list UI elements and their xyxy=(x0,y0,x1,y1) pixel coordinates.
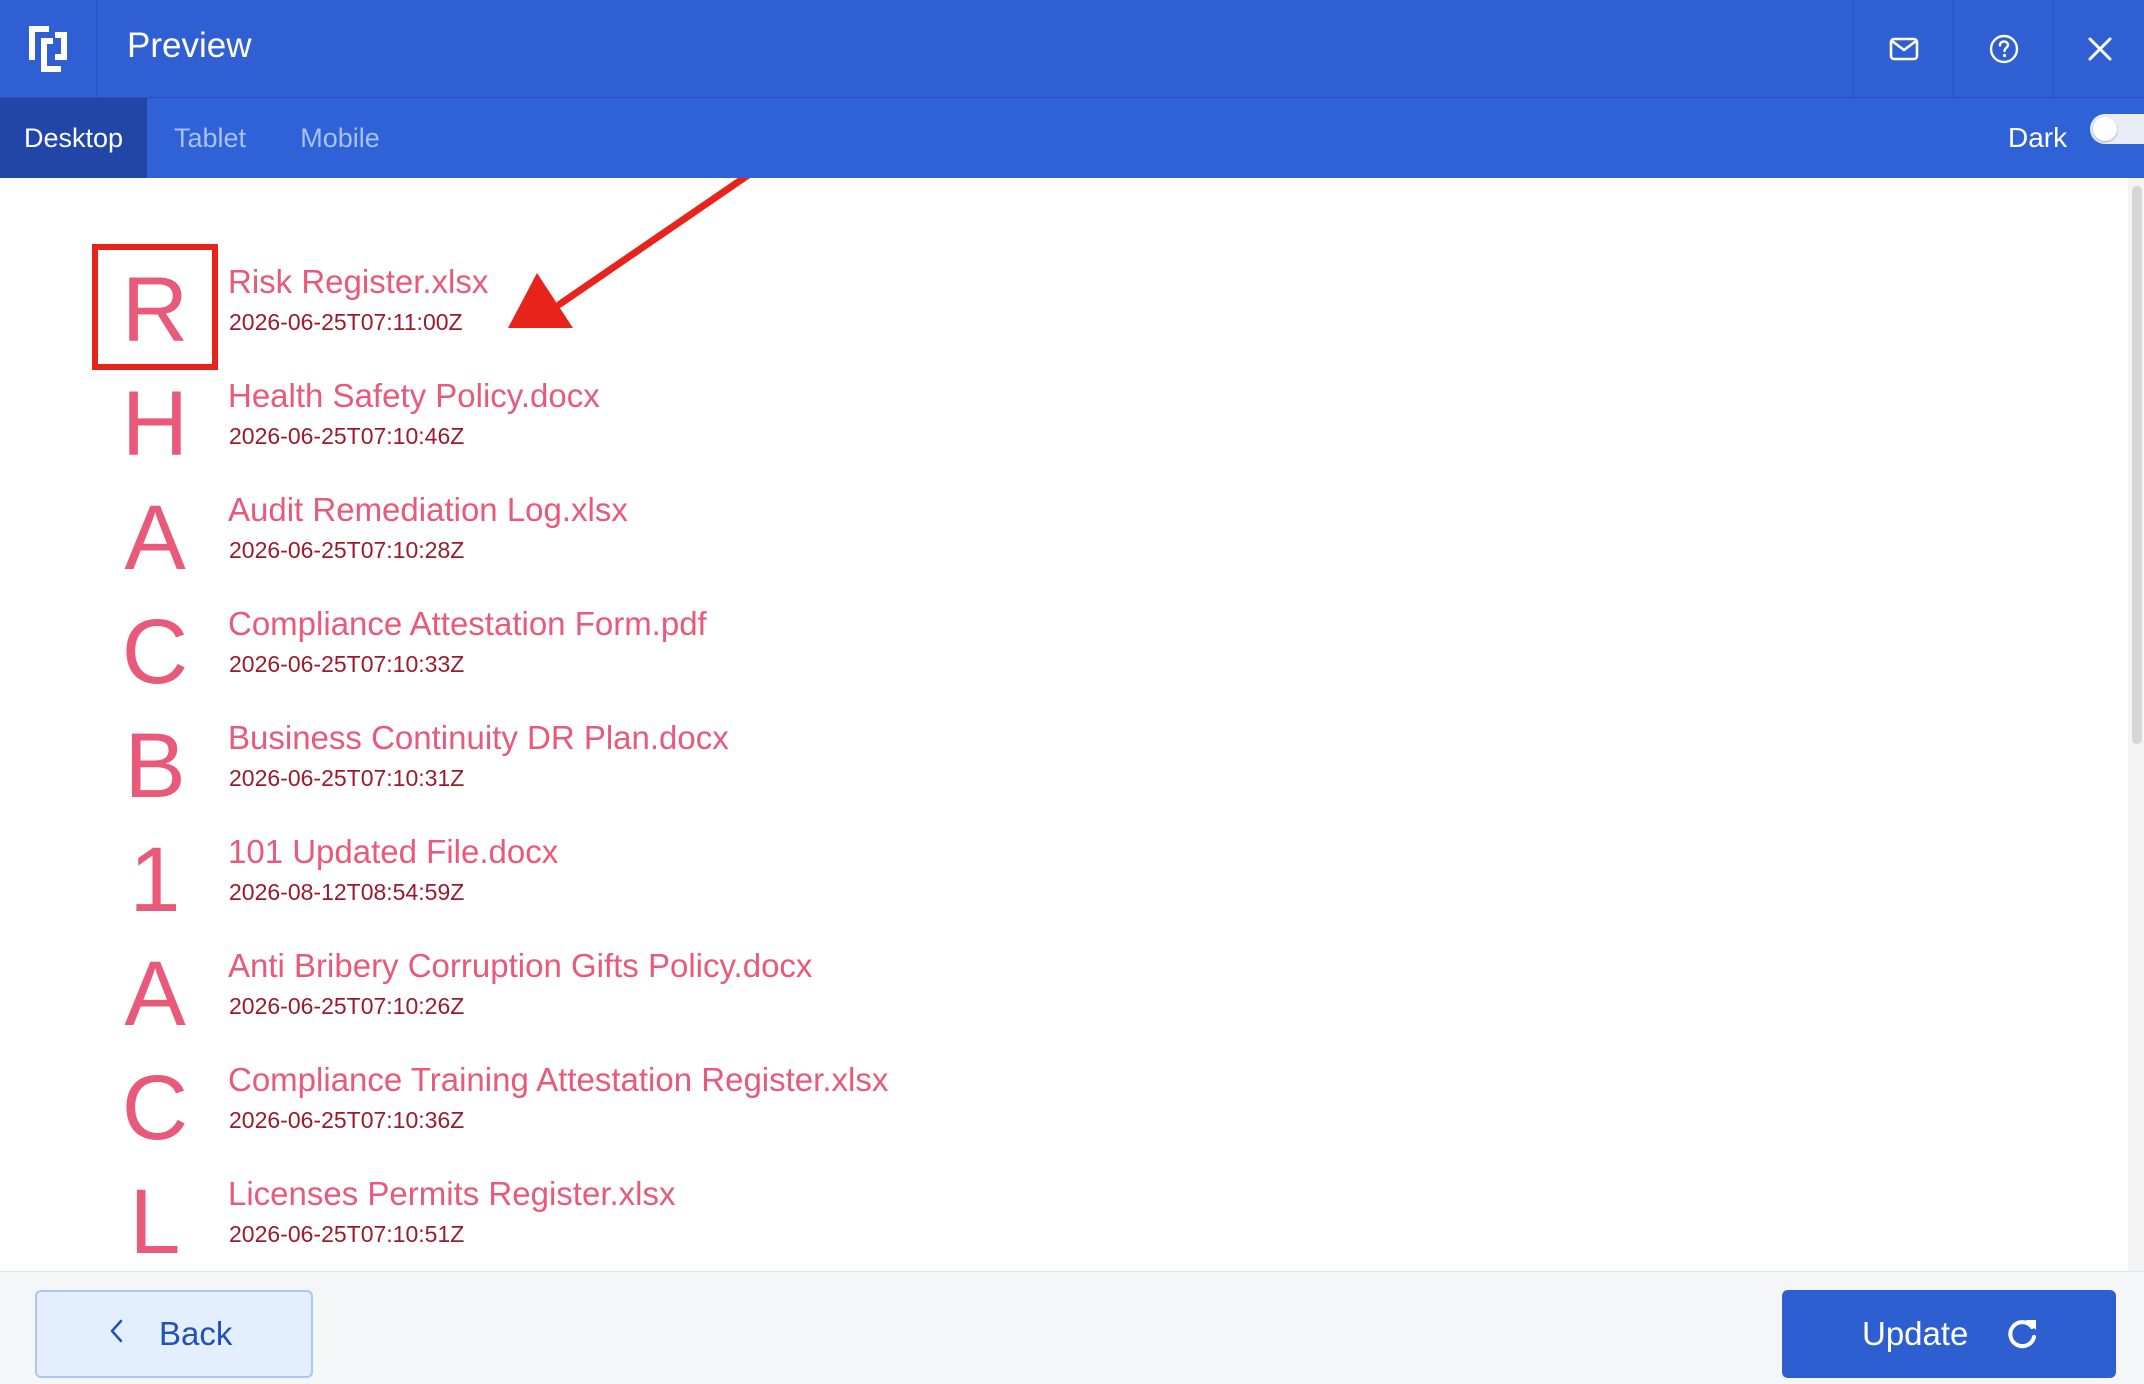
file-name[interactable]: Licenses Permits Register.xlsx xyxy=(228,1175,675,1213)
chevron-left-icon xyxy=(110,1319,123,1343)
file-initial: 1 xyxy=(129,829,181,931)
file-date: 2026-06-25T07:10:51Z xyxy=(229,1221,465,1247)
file-date: 2026-08-12T08:54:59Z xyxy=(229,879,465,905)
file-initial: H xyxy=(121,373,189,475)
dark-mode-label: Dark xyxy=(2008,122,2068,153)
list-item[interactable]: B Business Continuity DR Plan.docx 2026-… xyxy=(0,709,1400,823)
mail-button[interactable] xyxy=(1853,0,1953,97)
dark-mode-toggle[interactable] xyxy=(2090,114,2144,144)
update-button[interactable]: Update xyxy=(1782,1290,2116,1378)
vertical-scrollbar[interactable] xyxy=(2128,178,2144,1271)
list-item[interactable]: A Audit Remediation Log.xlsx 2026-06-25T… xyxy=(0,481,1400,595)
list-item[interactable]: C Compliance Attestation Form.pdf 2026-0… xyxy=(0,595,1400,709)
device-tab-bar: Desktop Tablet Mobile Dark xyxy=(0,98,2144,178)
file-initial: L xyxy=(129,1171,181,1271)
tab-desktop[interactable]: Desktop xyxy=(0,98,147,178)
file-name[interactable]: Risk Register.xlsx xyxy=(228,263,488,301)
title-bar: Preview xyxy=(0,0,2144,98)
help-button[interactable] xyxy=(1953,0,2053,97)
file-initial: A xyxy=(124,943,186,1045)
file-date: 2026-06-25T07:10:31Z xyxy=(229,765,465,791)
file-initial: C xyxy=(121,1057,189,1159)
back-button[interactable]: Back xyxy=(35,1290,313,1378)
list-item[interactable]: L Licenses Permits Register.xlsx 2026-06… xyxy=(0,1165,1400,1271)
list-item[interactable]: A Anti Bribery Corruption Gifts Policy.d… xyxy=(0,937,1400,1051)
file-name[interactable]: Business Continuity DR Plan.docx xyxy=(228,719,729,757)
file-name[interactable]: Health Safety Policy.docx xyxy=(228,377,600,415)
tab-tablet[interactable]: Tablet xyxy=(160,98,260,178)
preview-content: R Risk Register.xlsx 2026-06-25T07:11:00… xyxy=(0,178,2144,1271)
list-item[interactable]: R Risk Register.xlsx 2026-06-25T07:11:00… xyxy=(0,253,1400,367)
close-icon xyxy=(2088,37,2111,60)
list-item[interactable]: H Health Safety Policy.docx 2026-06-25T0… xyxy=(0,367,1400,481)
file-date: 2026-06-25T07:10:46Z xyxy=(229,423,465,449)
file-name[interactable]: Anti Bribery Corruption Gifts Policy.doc… xyxy=(228,947,812,985)
file-date: 2026-06-25T07:10:33Z xyxy=(229,651,465,677)
file-name[interactable]: Compliance Attestation Form.pdf xyxy=(228,605,707,643)
file-date: 2026-06-25T07:11:00Z xyxy=(229,309,463,335)
file-name[interactable]: 101 Updated File.docx xyxy=(228,833,558,871)
file-date: 2026-06-25T07:10:28Z xyxy=(229,537,465,563)
back-button-label: Back xyxy=(159,1315,233,1352)
file-initial: R xyxy=(121,259,189,361)
file-date: 2026-06-25T07:10:36Z xyxy=(229,1107,465,1133)
file-initial: C xyxy=(121,601,189,703)
tab-mobile[interactable]: Mobile xyxy=(285,98,395,178)
list-item[interactable]: C Compliance Training Attestation Regist… xyxy=(0,1051,1400,1165)
footer-bar: Back Update xyxy=(0,1271,2144,1384)
file-initial: B xyxy=(124,715,186,817)
window-title: Preview xyxy=(127,26,252,65)
scrollbar-thumb[interactable] xyxy=(2132,186,2142,744)
toggle-knob xyxy=(2093,117,2117,141)
refresh-icon xyxy=(2008,1320,2036,1349)
help-icon xyxy=(1989,34,2018,63)
preview-window: Preview Desktop Tablet Mobile Dark R Ris… xyxy=(0,0,2144,1384)
close-button[interactable] xyxy=(2053,0,2144,97)
file-name[interactable]: Compliance Training Attestation Register… xyxy=(228,1061,888,1099)
list-item[interactable]: 1 101 Updated File.docx 2026-08-12T08:54… xyxy=(0,823,1400,937)
update-button-label: Update xyxy=(1862,1315,1969,1352)
file-date: 2026-06-25T07:10:26Z xyxy=(229,993,465,1019)
app-logo-icon xyxy=(0,0,97,97)
mail-icon xyxy=(1889,37,1918,60)
file-name[interactable]: Audit Remediation Log.xlsx xyxy=(228,491,628,529)
file-initial: A xyxy=(124,487,186,589)
